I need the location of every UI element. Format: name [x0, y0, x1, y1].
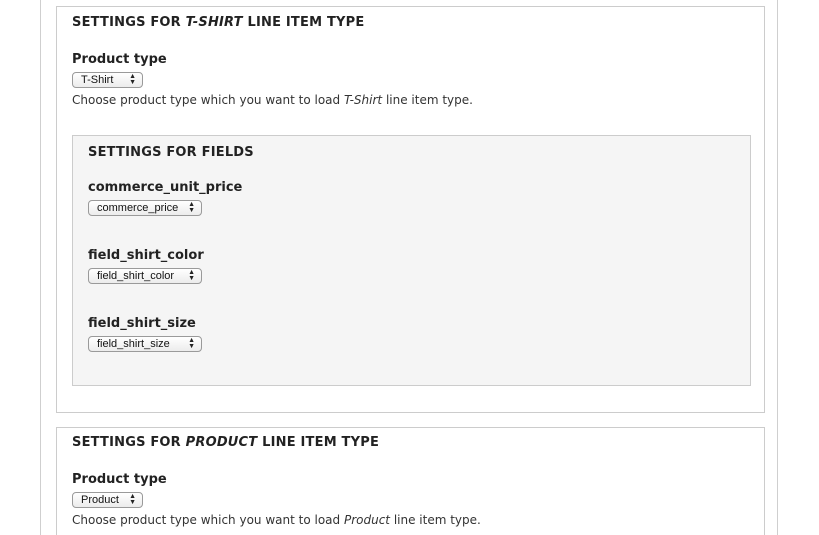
legend-suffix: LINE ITEM TYPE [257, 435, 380, 450]
updown-arrows-icon: ▲ ▼ [129, 73, 136, 86]
legend-type: PRODUCT [185, 435, 258, 450]
settings-page: SETTINGS FOR T-SHIRT LINE ITEM TYPE Prod… [0, 0, 819, 535]
description-type: Product [343, 513, 391, 527]
select-value: Product [81, 494, 119, 506]
select-value: commerce_price [97, 202, 179, 214]
product-product-type-select[interactable]: Product ▲ ▼ [72, 492, 143, 508]
updown-arrows-icon: ▲ ▼ [129, 493, 136, 506]
field-select-shirt-size[interactable]: field_shirt_size ▲ ▼ [88, 336, 202, 352]
updown-arrows-icon: ▲ ▼ [188, 201, 195, 214]
legend-suffix: LINE ITEM TYPE [242, 15, 365, 30]
updown-arrows-icon: ▲ ▼ [188, 337, 195, 350]
description-suffix: line item type. [382, 93, 473, 107]
legend-type: T-SHIRT [185, 15, 243, 30]
description-suffix: line item type. [390, 513, 481, 527]
field-label-shirt-color: field_shirt_color [88, 248, 204, 263]
field-label-shirt-size: field_shirt_size [88, 316, 196, 331]
legend-prefix: SETTINGS FOR [72, 435, 186, 450]
product-settings-legend: SETTINGS FOR PRODUCT LINE ITEM TYPE [72, 435, 379, 450]
legend-prefix: SETTINGS FOR [72, 15, 186, 30]
field-label-commerce-unit-price: commerce_unit_price [88, 180, 243, 195]
tshirt-product-type-description: Choose product type which you want to lo… [72, 93, 473, 107]
description-type: T-Shirt [343, 93, 383, 107]
updown-arrows-icon: ▲ ▼ [188, 269, 195, 282]
field-select-commerce-unit-price[interactable]: commerce_price ▲ ▼ [88, 200, 202, 216]
description-prefix: Choose product type which you want to lo… [72, 93, 344, 107]
product-product-type-description: Choose product type which you want to lo… [72, 513, 481, 527]
select-value: T-Shirt [81, 74, 114, 86]
select-value: field_shirt_size [97, 338, 170, 350]
fields-settings-legend: SETTINGS FOR FIELDS [88, 145, 254, 160]
tshirt-settings-legend: SETTINGS FOR T-SHIRT LINE ITEM TYPE [72, 15, 364, 30]
tshirt-product-type-label: Product type [72, 52, 167, 67]
tshirt-product-type-select[interactable]: T-Shirt ▲ ▼ [72, 72, 143, 88]
product-product-type-label: Product type [72, 472, 167, 487]
field-select-shirt-color[interactable]: field_shirt_color ▲ ▼ [88, 268, 202, 284]
select-value: field_shirt_color [97, 270, 175, 282]
description-prefix: Choose product type which you want to lo… [72, 513, 344, 527]
